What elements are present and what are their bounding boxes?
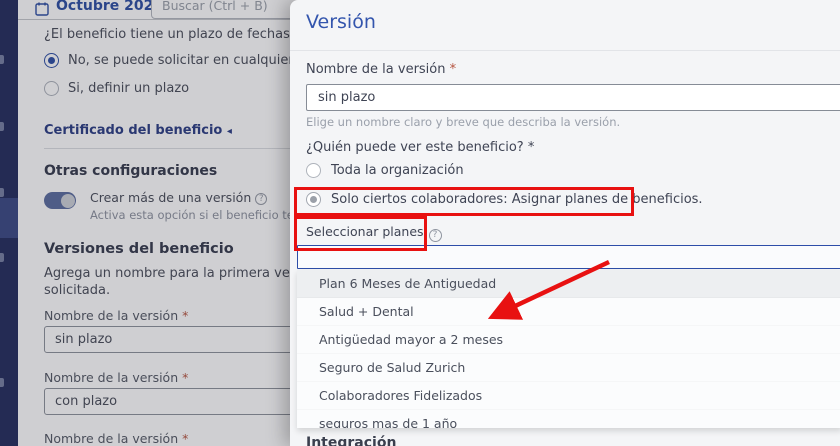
dropdown-option[interactable]: seguros mas de 1 año [297, 410, 840, 428]
plans-dropdown-list: Plan 6 Meses de AntiguedadSalud + Dental… [297, 270, 840, 428]
dropdown-option[interactable]: Antigüedad mayor a 2 meses [297, 326, 840, 354]
screen: Octubre 2025 Buscar (Ctrl + B) ¿El benef… [0, 0, 840, 446]
required-mark: * [450, 62, 457, 77]
radio-unselected-icon[interactable] [306, 163, 321, 178]
modal-title: Versión [306, 11, 376, 33]
dropdown-option[interactable]: Colaboradores Fidelizados [297, 382, 840, 410]
radio-label: Toda la organización [331, 163, 464, 178]
dropdown-option[interactable]: Seguro de Salud Zurich [297, 354, 840, 382]
dropdown-option[interactable]: Salud + Dental [297, 298, 840, 326]
help-icon[interactable]: ? [429, 229, 442, 242]
integration-heading: Integración [306, 435, 396, 446]
modal-version-name-label: Nombre de la versión * [306, 62, 456, 77]
dropdown-option[interactable]: Plan 6 Meses de Antiguedad [297, 270, 840, 298]
visibility-question-label: ¿Quién puede ver este beneficio? * [306, 140, 534, 155]
divider [290, 50, 840, 51]
annotation-highlight-box-select [294, 216, 427, 251]
name-help-text: Elige un nombre claro y breve que descri… [306, 115, 620, 129]
modal-version-name-input[interactable]: sin plazo [306, 84, 840, 111]
annotation-highlight-box-radio [294, 187, 634, 216]
radio-whole-organization[interactable]: Toda la organización [306, 163, 464, 178]
